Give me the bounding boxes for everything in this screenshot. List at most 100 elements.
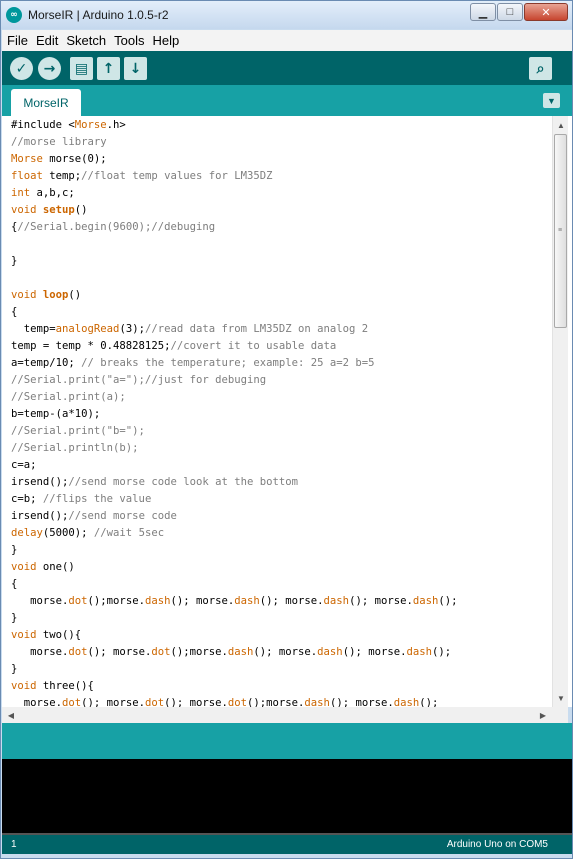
code-token: .h>: [106, 119, 126, 131]
code-token: c=b;: [11, 493, 43, 505]
code-line[interactable]: c=b; //flips the value: [11, 491, 551, 508]
code-line[interactable]: void two(){: [11, 627, 551, 644]
code-token: morse.: [11, 697, 63, 707]
code-line[interactable]: //Serial.print(a);: [11, 389, 551, 406]
upload-button[interactable]: →: [38, 57, 61, 80]
open-sketch-button[interactable]: ↑: [97, 57, 120, 80]
code-line[interactable]: c=a;: [11, 457, 551, 474]
scroll-left-icon[interactable]: ◀: [4, 707, 18, 723]
code-comment: // breaks the temperature; example: 25 a…: [81, 357, 375, 369]
code-line[interactable]: {//Serial.begin(9600);//debuging: [11, 219, 551, 236]
code-keyword: void: [11, 561, 37, 573]
code-token: (); morse.: [329, 697, 394, 707]
code-line[interactable]: float temp;//float temp values for LM35D…: [11, 168, 551, 185]
code-line[interactable]: delay(5000); //wait 5sec: [11, 525, 551, 542]
code-line[interactable]: temp = temp * 0.48828125;//covert it to …: [11, 338, 551, 355]
code-line[interactable]: [11, 270, 551, 287]
code-line[interactable]: {: [11, 576, 551, 593]
code-token: (); morse.: [349, 595, 413, 607]
code-comment: //send morse code: [68, 510, 177, 522]
code-token: ();: [438, 595, 458, 607]
code-token: c=a;: [11, 459, 37, 471]
code-token: (); morse.: [259, 595, 324, 607]
menu-tools[interactable]: Tools: [109, 33, 147, 48]
code-line[interactable]: void one(): [11, 559, 551, 576]
code-comment: //flips the value: [42, 493, 152, 505]
close-button[interactable]: ✕: [524, 3, 568, 21]
scroll-thumb[interactable]: ≡: [554, 134, 567, 328]
code-keyword: setup: [42, 204, 75, 216]
code-comment: //Serial.print("a=");//just for debuging: [11, 374, 267, 386]
new-file-icon: ▤: [74, 60, 89, 77]
code-comment: //Serial.print(a);: [11, 391, 126, 403]
arduino-ide-window: ∞ MorseIR | Arduino 1.0.5-r2 ▁ □ ✕ File …: [0, 0, 573, 859]
code-line[interactable]: Morse morse(0);: [11, 151, 551, 168]
code-line[interactable]: morse.dot(); morse.dot();morse.dash(); m…: [11, 644, 551, 661]
code-line[interactable]: }: [11, 661, 551, 678]
code-line[interactable]: b=temp-(a*10);: [11, 406, 551, 423]
code-comment: //Serial.print("b=");: [11, 425, 145, 437]
code-token: (); morse.: [170, 595, 235, 607]
code-keyword: dash: [227, 646, 254, 658]
new-sketch-button[interactable]: ▤: [70, 57, 93, 80]
code-line[interactable]: void loop(): [11, 287, 551, 304]
code-editor[interactable]: #include <Morse.h>//morse library Morse m…: [2, 116, 572, 707]
code-line[interactable]: morse.dot();morse.dash(); morse.dash(); …: [11, 593, 551, 610]
code-line[interactable]: [11, 236, 551, 253]
scroll-right-icon[interactable]: ▶: [536, 707, 550, 723]
tab-menu-button[interactable]: ▼: [543, 93, 560, 108]
minimize-button[interactable]: ▁: [470, 3, 496, 21]
code-line[interactable]: int a,b,c;: [11, 185, 551, 202]
menu-help[interactable]: Help: [147, 33, 182, 48]
code-line[interactable]: //Serial.print("b=");: [11, 423, 551, 440]
scroll-up-icon[interactable]: ▲: [553, 118, 569, 132]
menu-file[interactable]: File: [2, 33, 31, 48]
scroll-down-icon[interactable]: ▼: [553, 691, 569, 705]
code-token: temp;: [42, 170, 82, 182]
code-keyword: dash: [323, 595, 350, 607]
code-line[interactable]: void setup(): [11, 202, 551, 219]
code-comment: //wait 5sec: [93, 527, 165, 539]
board-port-label: Arduino Uno on COM5: [446, 839, 548, 850]
code-line[interactable]: a=temp/10; // breaks the temperature; ex…: [11, 355, 551, 372]
code-comment: //read data from LM35DZ on analog 2: [144, 323, 369, 335]
code-line[interactable]: }: [11, 610, 551, 627]
code-text[interactable]: #include <Morse.h>//morse library Morse m…: [11, 117, 551, 707]
console-output[interactable]: [2, 759, 572, 833]
code-line[interactable]: temp=analogRead(3);//read data from LM35…: [11, 321, 551, 338]
code-line[interactable]: #include <Morse.h>: [11, 117, 551, 134]
horizontal-scrollbar[interactable]: ◀ ▶: [2, 707, 552, 723]
arrow-right-icon: →: [43, 60, 56, 77]
code-token: {: [11, 578, 18, 590]
code-line[interactable]: irsend();//send morse code: [11, 508, 551, 525]
code-token: #include <: [11, 119, 75, 131]
code-token: (); morse.: [164, 697, 228, 707]
save-sketch-button[interactable]: ↓: [124, 57, 147, 80]
code-keyword: dash: [393, 697, 420, 707]
verify-button[interactable]: ✓: [10, 57, 33, 80]
title-bar[interactable]: ∞ MorseIR | Arduino 1.0.5-r2 ▁ □ ✕: [1, 1, 572, 29]
code-keyword: dot: [151, 646, 171, 658]
code-line[interactable]: irsend();//send morse code look at the b…: [11, 474, 551, 491]
code-token: (); morse.: [342, 646, 407, 658]
code-comment: //covert it to usable data: [170, 340, 337, 352]
code-keyword: int: [11, 187, 31, 199]
code-line[interactable]: }: [11, 253, 551, 270]
code-line[interactable]: void three(){: [11, 678, 551, 695]
code-keyword: dash: [317, 646, 343, 658]
menu-sketch[interactable]: Sketch: [61, 33, 109, 48]
vertical-scrollbar[interactable]: ▲ ≡ ▼: [552, 116, 568, 707]
code-line[interactable]: //Serial.println(b);: [11, 440, 551, 457]
code-line[interactable]: //morse library: [11, 134, 551, 151]
maximize-button[interactable]: □: [497, 3, 523, 21]
code-line[interactable]: }: [11, 542, 551, 559]
serial-monitor-button[interactable]: ⌕: [529, 57, 552, 80]
menu-edit[interactable]: Edit: [31, 33, 61, 48]
tab-morseir[interactable]: MorseIR: [11, 89, 81, 116]
code-line[interactable]: //Serial.print("a=");//just for debuging: [11, 372, 551, 389]
window-controls: ▁ □ ✕: [469, 3, 568, 21]
code-line[interactable]: morse.dot(); morse.dot(); morse.dot();mo…: [11, 695, 551, 707]
message-area: [2, 723, 572, 759]
code-keyword: analogRead: [55, 323, 120, 335]
code-line[interactable]: {: [11, 304, 551, 321]
